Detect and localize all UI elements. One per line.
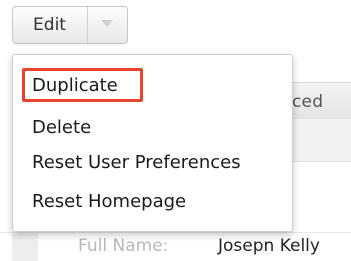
background-tab-label: ced (292, 92, 324, 112)
menu-item-reset-user-preferences[interactable]: Reset User Preferences (32, 152, 241, 173)
detail-row-cell (12, 233, 38, 261)
menu-item-reset-homepage[interactable]: Reset Homepage (32, 191, 186, 212)
screen: ced Full Name: Josepn Kelly Edit Duplica… (0, 0, 351, 261)
chevron-down-icon (101, 20, 113, 27)
full-name-label: Full Name: (78, 236, 169, 256)
menu-item-delete[interactable]: Delete (32, 117, 91, 138)
edit-button[interactable]: Edit (12, 6, 87, 44)
full-name-value: Josepn Kelly (218, 236, 320, 256)
edit-actions-dropdown-button[interactable] (88, 7, 127, 43)
highlight-annotation-box (22, 68, 143, 102)
